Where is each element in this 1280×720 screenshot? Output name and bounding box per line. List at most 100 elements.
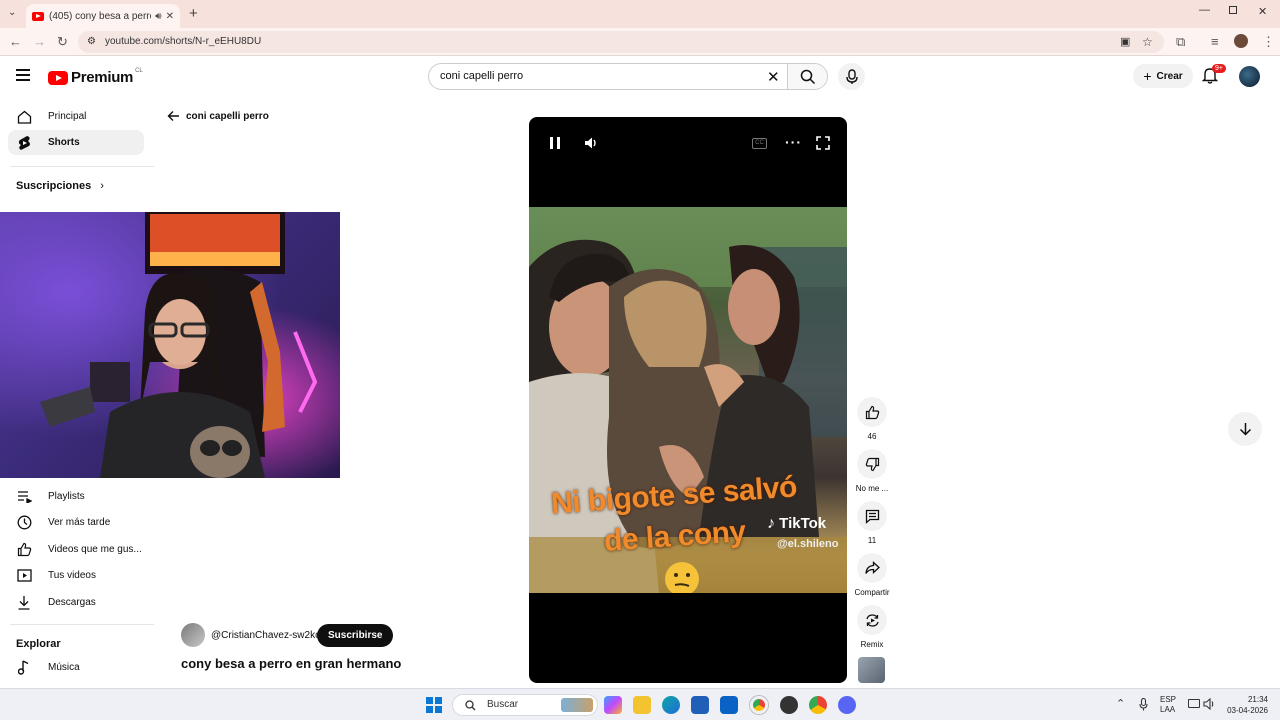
profile-avatar[interactable] — [1234, 34, 1248, 48]
next-short-button[interactable] — [1228, 412, 1262, 446]
media-control-icon[interactable]: ≡ — [1211, 34, 1219, 50]
thumbs-up-icon — [865, 405, 879, 419]
chevron-right-icon: › — [100, 180, 104, 192]
channel-name[interactable]: @CristianChavez-sw2ko — [211, 630, 321, 641]
create-button[interactable]: + Crear — [1133, 64, 1193, 88]
more-options-icon[interactable]: ··· — [785, 134, 802, 150]
discord-app-icon[interactable] — [838, 696, 856, 714]
keyboard-language[interactable]: ESP LAA — [1160, 695, 1176, 715]
reload-icon[interactable]: ↻ — [57, 34, 68, 50]
comment-icon — [865, 509, 879, 524]
new-tab-icon[interactable]: + — [189, 5, 198, 22]
sidebar-item-watch-later[interactable]: Ver más tarde — [8, 510, 144, 535]
sidebar-item-home[interactable]: Principal — [8, 104, 144, 129]
remix-button[interactable] — [857, 605, 887, 635]
system-clock[interactable]: 21:34 03-04-2026 — [1224, 694, 1268, 716]
file-explorer-icon[interactable] — [633, 696, 651, 714]
copilot-app-icon[interactable] — [604, 696, 622, 714]
microphone-icon — [846, 69, 858, 84]
sidebar-item-label: Playlists — [48, 491, 85, 502]
music-note-icon — [16, 660, 32, 675]
chrome-profile-icon[interactable] — [809, 696, 827, 714]
site-info-icon[interactable]: ⚙ — [87, 31, 96, 53]
sidebar-item-downloads[interactable]: Descargas — [8, 590, 144, 615]
app-icon-dark[interactable] — [780, 696, 798, 714]
network-icon[interactable] — [1188, 699, 1200, 708]
tray-volume-icon[interactable] — [1203, 698, 1216, 710]
sidebar-item-label: Música — [48, 662, 80, 673]
comments-button[interactable] — [857, 501, 887, 531]
pause-icon[interactable] — [550, 137, 560, 149]
captions-icon[interactable]: CC — [752, 138, 767, 149]
youtube-premium-logo[interactable]: Premium CL — [48, 68, 143, 86]
sidebar-divider — [10, 624, 154, 625]
search-icon — [465, 700, 476, 711]
restore-icon[interactable] — [1229, 6, 1237, 14]
store-app-icon[interactable] — [691, 696, 709, 714]
sidebar-item-music[interactable]: Música — [8, 655, 144, 680]
minimize-icon[interactable]: — — [1199, 4, 1210, 16]
playlist-icon — [16, 490, 32, 503]
windows-start-icon[interactable] — [426, 697, 442, 713]
url-text: youtube.com/shorts/N-r_eEHU8DU — [105, 36, 262, 47]
sidebar-item-shorts[interactable]: Shorts — [8, 130, 144, 155]
tab-search-icon[interactable]: ⌄ — [8, 7, 16, 18]
sidebar-item-label: Descargas — [48, 597, 96, 608]
audio-thumbnail[interactable] — [858, 657, 885, 683]
volume-icon[interactable] — [584, 136, 598, 150]
back-nav-icon[interactable]: ← — [9, 34, 22, 50]
extensions-icon[interactable]: ⧉ — [1176, 34, 1185, 50]
hamburger-menu-icon[interactable] — [16, 69, 30, 81]
plus-icon: + — [1143, 68, 1152, 84]
tab-close-icon[interactable]: ✕ — [166, 11, 174, 22]
back-to-search-link[interactable]: coni capelli perro — [167, 110, 269, 122]
comments-count: 11 — [867, 536, 877, 545]
fullscreen-icon[interactable] — [816, 136, 830, 150]
sidebar-item-your-videos[interactable]: Tus videos — [8, 563, 144, 588]
search-button[interactable] — [787, 64, 827, 89]
explore-heading: Explorar — [16, 638, 61, 650]
forward-nav-icon[interactable]: → — [33, 34, 46, 50]
speaker-icon[interactable]: 🔊︎ — [155, 11, 161, 22]
address-bar[interactable]: ⚙ youtube.com/shorts/N-r_eEHU8DU ▣ ☆ — [78, 31, 1164, 53]
bookmark-star-icon[interactable]: ☆ — [1142, 31, 1153, 53]
subscriptions-heading[interactable]: Suscripciones › — [16, 180, 104, 192]
sidebar-item-playlists[interactable]: Playlists — [8, 484, 144, 509]
search-box[interactable]: coni capelli perro ✕ — [428, 63, 828, 90]
notification-badge: 9+ — [1212, 64, 1226, 73]
subscribe-button[interactable]: Suscribirse — [317, 624, 394, 647]
search-input[interactable]: coni capelli perro — [440, 70, 523, 82]
account-avatar[interactable] — [1239, 66, 1260, 87]
sidebar-item-liked-videos[interactable]: Videos que me gus... — [8, 537, 144, 562]
video-title: cony besa a perro en gran hermano — [181, 656, 402, 671]
shorts-video-player[interactable]: CC ··· Ni bigote se salvó de la cony ♪ T… — [529, 117, 847, 683]
browser-tab[interactable]: (405) cony besa a perro en 🔊︎ ✕ — [26, 4, 180, 28]
clock-time: 21:34 — [1247, 695, 1268, 704]
share-label: Compartir — [854, 588, 890, 597]
browser-menu-icon[interactable]: ⋮ — [1262, 34, 1275, 50]
window-close-icon[interactable]: ✕ — [1258, 5, 1267, 18]
like-button[interactable] — [857, 397, 887, 427]
taskbar-search[interactable]: Buscar — [452, 694, 598, 716]
tray-chevron-up-icon[interactable]: ⌃ — [1116, 697, 1125, 710]
tray-microphone-icon[interactable] — [1139, 698, 1148, 711]
sidebar-item-label: Tus videos — [48, 570, 96, 581]
arrow-left-icon — [167, 111, 179, 121]
windows-taskbar: Buscar ⌃ ESP LAA 21:34 03-04-2026 — [0, 688, 1280, 720]
share-button[interactable] — [857, 553, 887, 583]
chrome-app-icon[interactable] — [750, 696, 768, 714]
install-app-icon[interactable]: ▣ — [1120, 31, 1130, 53]
outlook-app-icon[interactable] — [720, 696, 738, 714]
tiktok-watermark: ♪ TikTok — [767, 515, 826, 533]
channel-avatar[interactable] — [181, 623, 205, 647]
tiktok-text: TikTok — [779, 515, 827, 532]
sidebar-divider — [10, 166, 154, 167]
tiktok-handle: @el.shileno — [777, 538, 839, 550]
edge-browser-icon[interactable] — [662, 696, 680, 714]
notifications-button[interactable]: 9+ — [1201, 64, 1226, 86]
clear-search-icon[interactable]: ✕ — [767, 68, 780, 86]
voice-search-button[interactable] — [838, 63, 865, 90]
back-label: coni capelli perro — [186, 110, 269, 122]
download-icon — [16, 595, 32, 610]
dislike-button[interactable] — [857, 449, 887, 479]
